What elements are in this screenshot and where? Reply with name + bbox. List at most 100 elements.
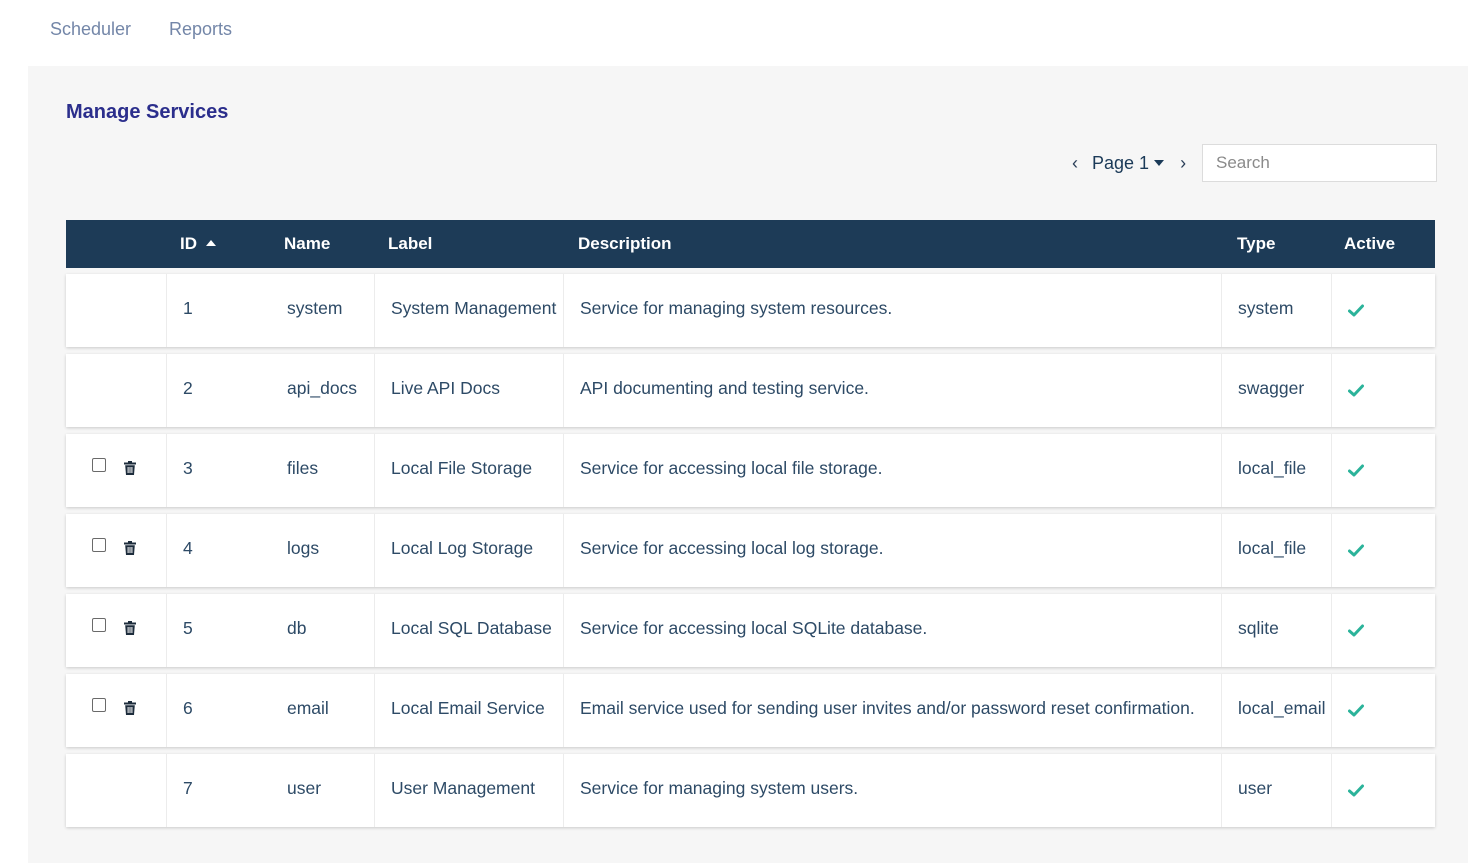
column-header-name[interactable]: Name xyxy=(284,234,330,254)
trash-icon[interactable] xyxy=(124,621,136,635)
column-divider xyxy=(563,274,564,347)
cell-label: System Management xyxy=(391,298,557,318)
column-header-description[interactable]: Description xyxy=(578,234,672,254)
search-input[interactable] xyxy=(1202,144,1437,182)
cell-description: Email service used for sending user invi… xyxy=(580,698,1195,718)
cell-type: local_email xyxy=(1238,698,1326,718)
cell-description: Service for managing system resources. xyxy=(580,298,893,318)
column-header-id[interactable]: ID xyxy=(180,234,216,254)
column-divider xyxy=(1331,754,1332,827)
page-label: Page 1 xyxy=(1092,152,1150,173)
cell-type: system xyxy=(1238,298,1294,318)
column-divider xyxy=(563,754,564,827)
table-row[interactable]: 5 db Local SQL Database Service for accessi… xyxy=(66,594,1435,667)
pagination: ‹ Page 1 › xyxy=(1068,152,1190,174)
cell-id: 1 xyxy=(183,298,193,318)
column-divider xyxy=(374,754,375,827)
cell-name: db xyxy=(287,618,307,638)
cell-description: Service for accessing local log storage. xyxy=(580,538,884,558)
cell-type: user xyxy=(1238,778,1273,798)
table-row[interactable]: 1 system System Management Service for mana… xyxy=(66,274,1435,347)
page-select[interactable]: Page 1 xyxy=(1092,152,1165,174)
column-divider xyxy=(166,754,167,827)
checkmark-icon xyxy=(1348,784,1364,797)
column-divider xyxy=(166,354,167,427)
column-divider xyxy=(166,514,167,587)
cell-label: Live API Docs xyxy=(391,378,500,398)
table-row[interactable]: 7 user User Management Service for managing… xyxy=(66,754,1435,827)
trash-icon[interactable] xyxy=(124,461,136,475)
column-divider xyxy=(563,354,564,427)
cell-label: Local Email Service xyxy=(391,698,545,718)
chevron-right-icon[interactable]: › xyxy=(1176,153,1190,174)
column-divider xyxy=(374,674,375,747)
column-divider xyxy=(166,594,167,667)
column-divider xyxy=(1221,514,1222,587)
cell-name: email xyxy=(287,698,329,718)
table-row[interactable]: 6 email Local Email Service Email service u… xyxy=(66,674,1435,747)
table-row[interactable]: 4 logs Local Log Storage Service for access… xyxy=(66,514,1435,587)
table-row[interactable]: 3 files Local File Storage Service for acce… xyxy=(66,434,1435,507)
column-header-id-label: ID xyxy=(180,234,197,253)
cell-name: user xyxy=(287,778,322,798)
cell-id: 4 xyxy=(183,538,193,558)
chevron-left-icon[interactable]: ‹ xyxy=(1068,153,1082,174)
cell-description: Service for accessing local SQLite datab… xyxy=(580,618,928,638)
row-select-checkbox[interactable] xyxy=(92,618,106,632)
page-title: Manage Services xyxy=(66,101,229,123)
checkmark-icon xyxy=(1348,304,1364,317)
column-divider xyxy=(1331,594,1332,667)
trash-icon[interactable] xyxy=(124,701,136,715)
column-header-label[interactable]: Label xyxy=(388,234,432,254)
column-divider xyxy=(1221,594,1222,667)
column-divider xyxy=(374,274,375,347)
column-header-active[interactable]: Active xyxy=(1344,234,1395,254)
column-divider xyxy=(374,354,375,427)
cell-label: Local File Storage xyxy=(391,458,533,478)
column-divider xyxy=(374,594,375,667)
checkmark-icon xyxy=(1348,704,1364,717)
row-select-checkbox[interactable] xyxy=(92,458,106,472)
table-row[interactable]: 2 api_docs Live API Docs API documenting an… xyxy=(66,354,1435,427)
cell-id: 6 xyxy=(183,698,193,718)
cell-id: 7 xyxy=(183,778,193,798)
table-header: ID Name Label Description Type Active xyxy=(66,220,1435,268)
column-divider xyxy=(1221,674,1222,747)
cell-name: files xyxy=(287,458,319,478)
cell-description: Service for managing system users. xyxy=(580,778,859,798)
column-divider xyxy=(1221,434,1222,507)
cell-name: system xyxy=(287,298,343,318)
cell-label: User Management xyxy=(391,778,535,798)
cell-id: 5 xyxy=(183,618,193,638)
column-header-type[interactable]: Type xyxy=(1237,234,1275,254)
row-select-checkbox[interactable] xyxy=(92,698,106,712)
cell-name: api_docs xyxy=(287,378,358,398)
trash-icon[interactable] xyxy=(124,541,136,555)
checkmark-icon xyxy=(1348,624,1364,637)
column-divider xyxy=(374,434,375,507)
checkmark-icon xyxy=(1348,544,1364,557)
tab-reports[interactable]: Reports xyxy=(169,19,232,40)
checkmark-icon xyxy=(1348,384,1364,397)
cell-type: swagger xyxy=(1238,378,1305,398)
cell-label: Local Log Storage xyxy=(391,538,534,558)
column-divider xyxy=(166,674,167,747)
main-panel: Manage Services ‹ Page 1 › ID Name Label… xyxy=(28,66,1468,863)
row-select-checkbox[interactable] xyxy=(92,538,106,552)
column-divider xyxy=(1221,754,1222,827)
top-navigation: Scheduler Reports xyxy=(0,0,1468,66)
cell-name: logs xyxy=(287,538,320,558)
column-divider xyxy=(1221,274,1222,347)
column-divider xyxy=(166,274,167,347)
cell-type: local_file xyxy=(1238,538,1307,558)
column-divider xyxy=(1331,274,1332,347)
chevron-down-icon xyxy=(1154,160,1165,166)
tab-scheduler[interactable]: Scheduler xyxy=(50,19,131,40)
cell-description: Service for accessing local file storage… xyxy=(580,458,883,478)
column-divider xyxy=(1331,674,1332,747)
column-divider xyxy=(563,674,564,747)
column-divider xyxy=(563,594,564,667)
column-divider xyxy=(563,434,564,507)
column-divider xyxy=(374,514,375,587)
column-divider xyxy=(166,434,167,507)
